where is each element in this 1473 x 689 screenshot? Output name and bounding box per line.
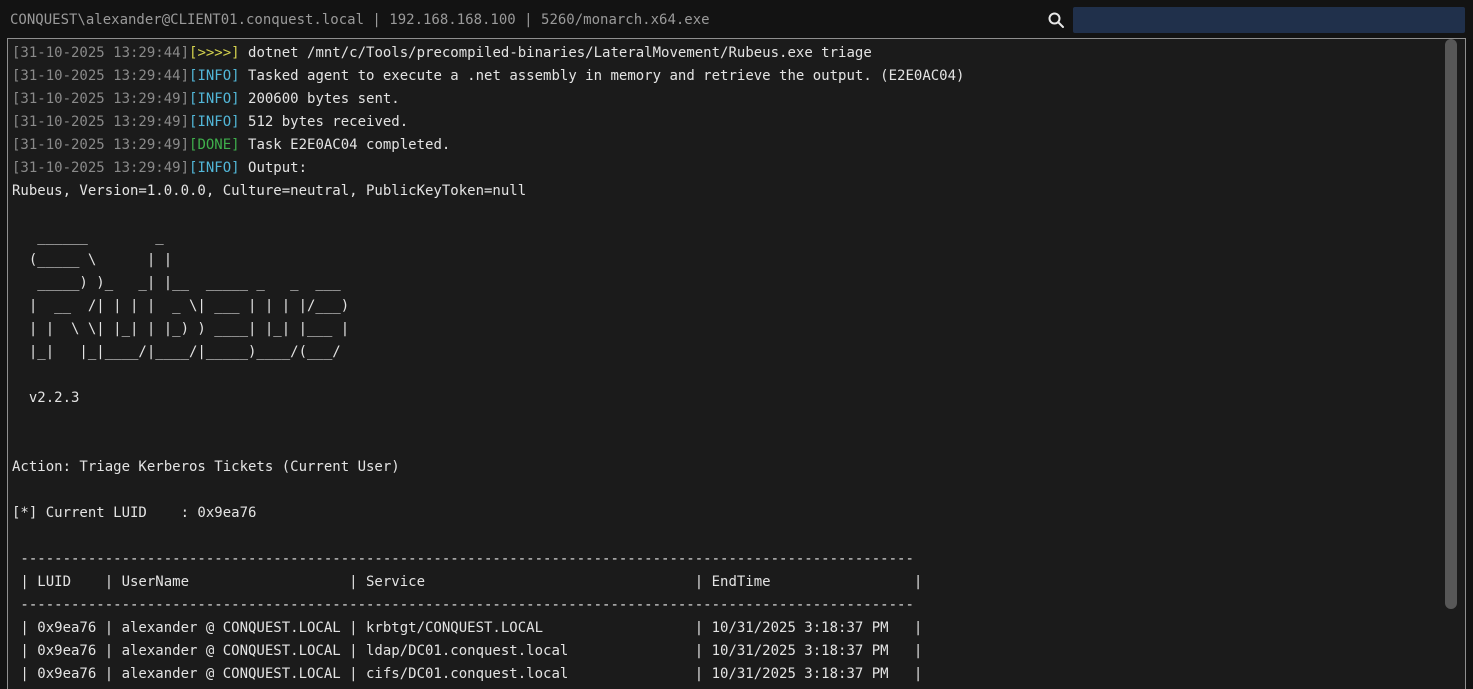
- terminal-segment-text: Task E2E0AC04 completed.: [240, 137, 451, 153]
- session-info: CONQUEST\alexander@CLIENT01.conquest.loc…: [10, 12, 710, 28]
- terminal-segment-text: (_____ \ | |: [12, 252, 349, 268]
- terminal-segment-command: [>>>>]: [189, 45, 240, 61]
- terminal-line: | LUID | UserName | Service | EndTime |: [12, 571, 1439, 594]
- terminal-segment-text: ______ _: [12, 229, 349, 245]
- terminal-segment-text: | | \ \| |_| | |_) ) ____| |_| |___ |: [12, 321, 349, 337]
- search-input[interactable]: [1073, 7, 1465, 33]
- terminal-segment-timestamp: [31-10-2025 13:29:49]: [12, 91, 189, 107]
- terminal-line: [31-10-2025 13:29:44][>>>>] dotnet /mnt/…: [12, 42, 1439, 65]
- terminal-segment-timestamp: [31-10-2025 13:29:49]: [12, 137, 189, 153]
- terminal-line: | 0x9ea76 | alexander @ CONQUEST.LOCAL |…: [12, 640, 1439, 663]
- terminal-segment-info: [INFO]: [189, 68, 240, 84]
- terminal-segment-text: Tasked agent to execute a .net assembly …: [240, 68, 965, 84]
- terminal-line: [12, 203, 1439, 226]
- terminal-line: | 0x9ea76 | alexander @ CONQUEST.LOCAL |…: [12, 617, 1439, 640]
- terminal-line: [12, 479, 1439, 502]
- terminal-segment-text: ----------------------------------------…: [12, 551, 914, 567]
- terminal-line: [12, 525, 1439, 548]
- terminal-segment-text: v2.2.3: [12, 390, 79, 406]
- terminal-segment-timestamp: [31-10-2025 13:29:44]: [12, 45, 189, 61]
- terminal-segment-timestamp: [31-10-2025 13:29:49]: [12, 160, 189, 176]
- terminal-line: ______ _: [12, 226, 1439, 249]
- scrollbar-thumb[interactable]: [1445, 39, 1457, 609]
- terminal-segment-info: [INFO]: [189, 114, 240, 130]
- agent-console: CONQUEST\alexander@CLIENT01.conquest.loc…: [0, 0, 1473, 689]
- terminal-line: v2.2.3: [12, 387, 1439, 410]
- terminal-segment-text: ----------------------------------------…: [12, 597, 914, 613]
- terminal-line: | __ /| | | | _ \| ___ | | | |/___): [12, 295, 1439, 318]
- terminal-line: [12, 433, 1439, 456]
- terminal-line: | 0x9ea76 | alexander @ CONQUEST.LOCAL |…: [12, 663, 1439, 686]
- terminal-line: |_| |_|____/|____/|_____)____/(___/: [12, 341, 1439, 364]
- terminal-segment-text: 200600 bytes sent.: [240, 91, 400, 107]
- terminal-line: Action: Triage Kerberos Tickets (Current…: [12, 456, 1439, 479]
- terminal-segment-text: Action: Triage Kerberos Tickets (Current…: [12, 459, 400, 475]
- terminal-line: | | \ \| |_| | |_) ) ____| |_| |___ |: [12, 318, 1439, 341]
- terminal-line: ----------------------------------------…: [12, 594, 1439, 617]
- terminal-segment-text: | __ /| | | | _ \| ___ | | | |/___): [12, 298, 349, 314]
- terminal-line: [12, 364, 1439, 387]
- terminal-segment-text: dotnet /mnt/c/Tools/precompiled-binaries…: [240, 45, 872, 61]
- terminal-line: Rubeus, Version=1.0.0.0, Culture=neutral…: [12, 180, 1439, 203]
- terminal-segment-text: | 0x9ea76 | alexander @ CONQUEST.LOCAL |…: [12, 643, 922, 659]
- terminal-segment-text: Output:: [240, 160, 307, 176]
- terminal-segment-text: _____) )_ _| |__ _____ _ _ ___: [12, 275, 349, 291]
- terminal-line: [31-10-2025 13:29:44][INFO] Tasked agent…: [12, 65, 1439, 88]
- terminal-segment-text: 512 bytes received.: [240, 114, 409, 130]
- terminal-output[interactable]: [31-10-2025 13:29:44][>>>>] dotnet /mnt/…: [12, 42, 1439, 689]
- terminal-segment-info: [INFO]: [189, 160, 240, 176]
- terminal-segment-text: | LUID | UserName | Service | EndTime |: [12, 574, 922, 590]
- terminal-line: [12, 410, 1439, 433]
- terminal-segment-text: |_| |_|____/|____/|_____)____/(___/: [12, 344, 341, 360]
- terminal-line: [*] Current LUID : 0x9ea76: [12, 502, 1439, 525]
- terminal-scrollbar[interactable]: [1445, 39, 1457, 689]
- terminal-segment-done: [DONE]: [189, 137, 240, 153]
- terminal-segment-timestamp: [31-10-2025 13:29:44]: [12, 68, 189, 84]
- terminal-segment-info: [INFO]: [189, 91, 240, 107]
- session-header: CONQUEST\alexander@CLIENT01.conquest.loc…: [0, 0, 1473, 39]
- terminal-segment-text: [*] Current LUID : 0x9ea76: [12, 505, 256, 521]
- terminal-line: ----------------------------------------…: [12, 548, 1439, 571]
- search-icon[interactable]: [1047, 11, 1065, 29]
- terminal-segment-text: Rubeus, Version=1.0.0.0, Culture=neutral…: [12, 183, 526, 199]
- terminal-line: _____) )_ _| |__ _____ _ _ ___: [12, 272, 1439, 295]
- terminal-line: [31-10-2025 13:29:49][DONE] Task E2E0AC0…: [12, 134, 1439, 157]
- terminal-segment-timestamp: [31-10-2025 13:29:49]: [12, 114, 189, 130]
- terminal-line: [31-10-2025 13:29:49][INFO] Output:: [12, 157, 1439, 180]
- terminal-segment-text: | 0x9ea76 | alexander @ CONQUEST.LOCAL |…: [12, 620, 922, 636]
- terminal-panel: [31-10-2025 13:29:44][>>>>] dotnet /mnt/…: [7, 38, 1466, 689]
- search-area: [1047, 7, 1465, 33]
- terminal-line: [31-10-2025 13:29:49][INFO] 200600 bytes…: [12, 88, 1439, 111]
- terminal-segment-text: | 0x9ea76 | alexander @ CONQUEST.LOCAL |…: [12, 666, 922, 682]
- terminal-line: [31-10-2025 13:29:49][INFO] 512 bytes re…: [12, 111, 1439, 134]
- terminal-line: (_____ \ | |: [12, 249, 1439, 272]
